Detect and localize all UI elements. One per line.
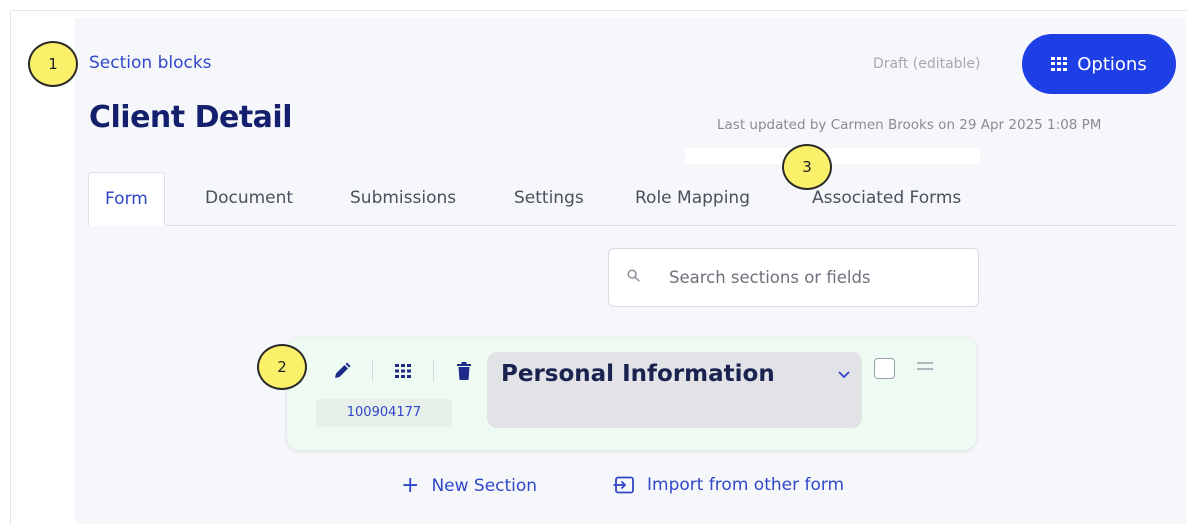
tabs-divider (88, 225, 1176, 226)
annotation-marker-1: 1 (28, 41, 78, 87)
tab-role-mapping[interactable]: Role Mapping (635, 172, 750, 225)
search-icon (627, 269, 640, 282)
tab-document[interactable]: Document (205, 172, 293, 225)
plus-icon: + (401, 473, 420, 498)
annotation-marker-2: 2 (257, 344, 307, 390)
pencil-icon (335, 362, 351, 378)
search-box (608, 248, 979, 307)
tab-settings[interactable]: Settings (514, 172, 584, 225)
options-label: Options (1077, 53, 1147, 75)
trash-icon (457, 362, 471, 380)
grid-icon (1051, 57, 1068, 71)
collapse-toggle[interactable] (838, 364, 850, 383)
chevron-down-icon (838, 371, 850, 379)
import-label: Import from other form (647, 475, 845, 495)
breadcrumb-section-blocks[interactable]: Section blocks (89, 53, 212, 73)
section-toolbar (330, 359, 476, 383)
tab-form[interactable]: Form (88, 172, 165, 226)
tab-associated-forms[interactable]: Associated Forms (812, 172, 961, 225)
section-checkbox[interactable] (874, 358, 895, 379)
edit-button[interactable] (330, 359, 354, 383)
status-text: Draft (editable) (873, 56, 981, 72)
new-section-label: New Section (431, 476, 538, 496)
options-button[interactable]: Options (1022, 34, 1176, 94)
last-updated-text: Last updated by Carmen Brooks on 29 Apr … (717, 117, 1102, 133)
delete-button[interactable] (452, 359, 476, 383)
import-button[interactable]: Import from other form (613, 475, 844, 495)
blank-bar (685, 148, 980, 164)
tab-submissions[interactable]: Submissions (350, 172, 456, 225)
new-section-button[interactable]: + New Section (401, 475, 537, 497)
layout-button[interactable] (391, 359, 415, 383)
section-title: Personal Information (501, 361, 775, 387)
section-id: 100904177 (316, 399, 452, 427)
annotation-marker-3: 3 (782, 144, 832, 190)
import-icon (613, 476, 634, 494)
page-title: Client Detail (89, 100, 292, 135)
tool-separator (372, 360, 373, 382)
search-input[interactable] (669, 249, 969, 306)
dots-grid-icon (395, 364, 411, 378)
drag-handle-icon[interactable] (917, 362, 933, 374)
tool-separator (433, 360, 434, 382)
